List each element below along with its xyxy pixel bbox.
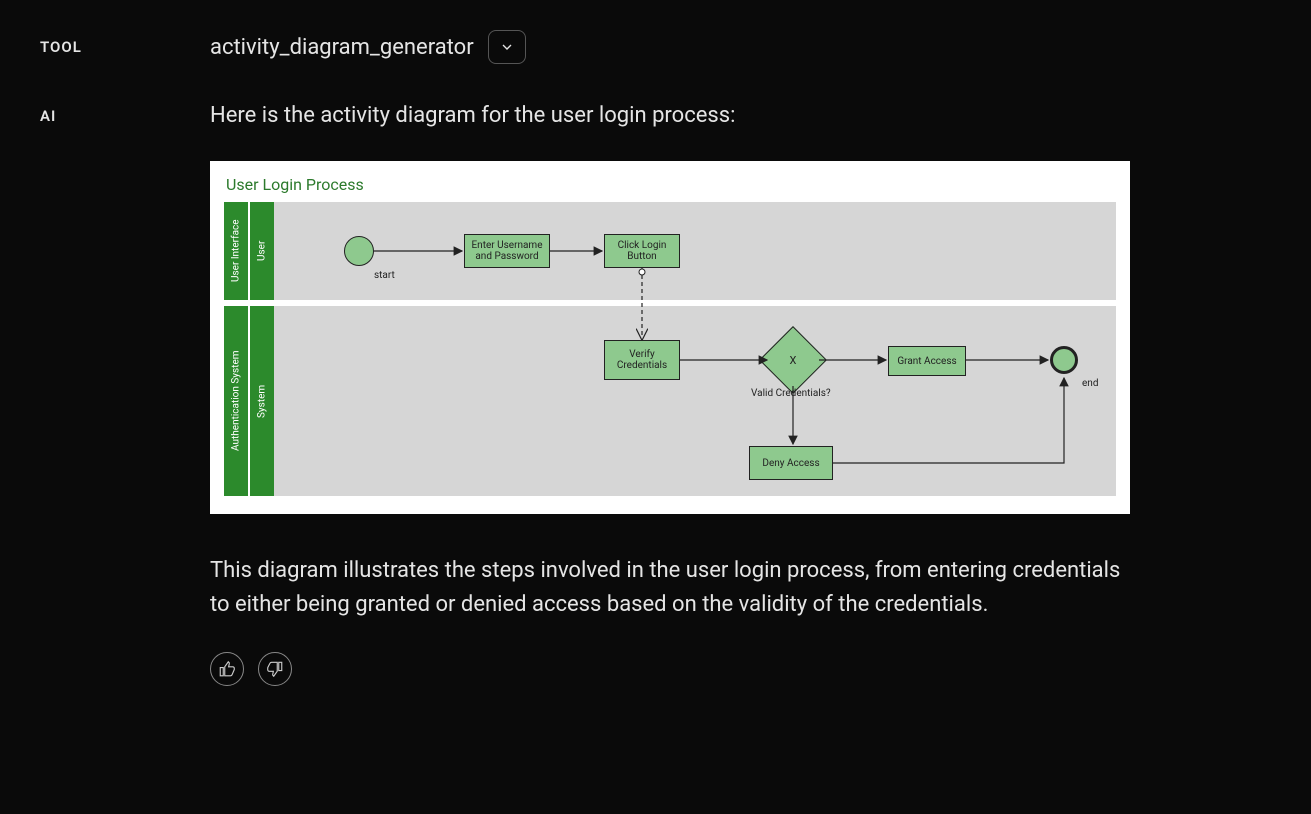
start-node: [344, 236, 374, 266]
lane-header-auth-system: Authentication System: [224, 306, 248, 496]
thumbs-up-button[interactable]: [210, 652, 244, 686]
lane-header-user: User: [250, 202, 274, 300]
decision-label: Valid Credentials?: [751, 388, 831, 399]
diagram-title: User Login Process: [224, 175, 1116, 194]
lane-user: User Interface User start Enter Username…: [224, 202, 1116, 300]
deny-access-node: Deny Access: [749, 446, 833, 480]
tool-selector[interactable]: activity_diagram_generator: [210, 30, 526, 64]
thumbs-down-button[interactable]: [258, 652, 292, 686]
thumbs-down-icon: [266, 660, 284, 678]
verify-credentials-node: Verify Credentials: [604, 340, 680, 380]
chevron-down-icon: [499, 39, 515, 55]
ai-followup-text: This diagram illustrates the steps invol…: [210, 554, 1130, 622]
decision-node: X: [769, 336, 817, 384]
feedback-buttons: [210, 652, 1271, 686]
tool-section-label: TOOL: [40, 30, 170, 56]
lane-header-system: System: [250, 306, 274, 496]
end-label: end: [1082, 378, 1098, 389]
lane-user-body: start Enter Username and Password Click …: [274, 202, 1116, 300]
lane-system: Authentication System System Verify Cred…: [224, 306, 1116, 496]
tool-row: TOOL activity_diagram_generator: [40, 30, 1271, 64]
tool-name: activity_diagram_generator: [210, 35, 474, 60]
end-node: [1050, 346, 1078, 374]
enter-credentials-node: Enter Username and Password: [464, 234, 550, 268]
tool-dropdown-toggle[interactable]: [488, 30, 526, 64]
ai-intro-text: Here is the activity diagram for the use…: [210, 99, 1271, 133]
ai-row: AI Here is the activity diagram for the …: [40, 99, 1271, 686]
lane-system-body: Verify Credentials X Valid Credentials? …: [274, 306, 1116, 496]
swimlanes: User Interface User start Enter Username…: [224, 202, 1116, 496]
decision-mark: X: [790, 354, 797, 367]
grant-access-node: Grant Access: [888, 346, 966, 376]
start-label: start: [374, 270, 395, 281]
activity-diagram: User Login Process User Interface User s…: [210, 161, 1130, 514]
ai-section-label: AI: [40, 99, 170, 125]
click-login-node: Click Login Button: [604, 234, 680, 268]
lane-header-user-interface: User Interface: [224, 202, 248, 300]
thumbs-up-icon: [218, 660, 236, 678]
